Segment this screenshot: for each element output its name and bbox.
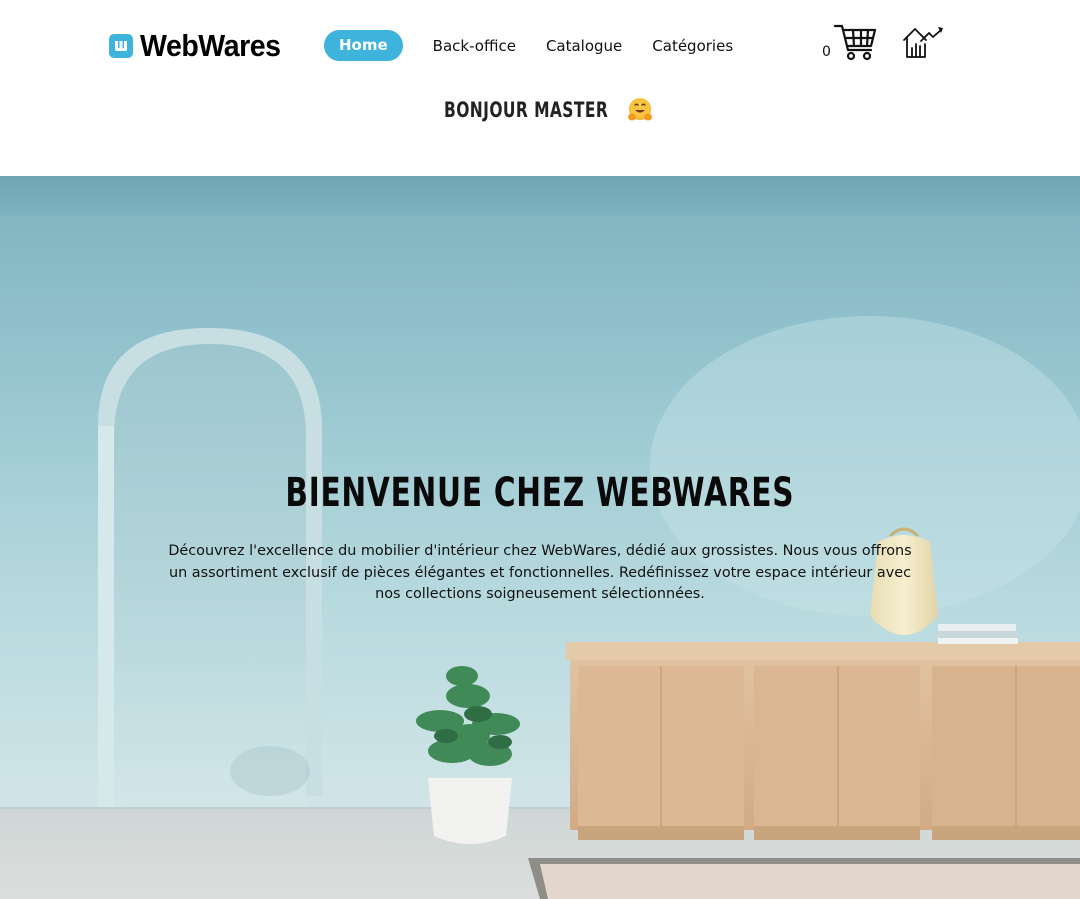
- brand-logo[interactable]: WebWares: [109, 28, 293, 64]
- nav-categories[interactable]: Catégories: [652, 37, 733, 55]
- main-nav: Home Back-office Catalogue Catégories: [324, 30, 763, 61]
- hero-title: BIENVENUE CHEZ WEBWARES: [0, 470, 1080, 516]
- w-logo-icon: [109, 34, 133, 58]
- house-chart-icon[interactable]: [901, 24, 945, 60]
- nav-home[interactable]: Home: [324, 30, 403, 61]
- cart-count: 0: [822, 44, 831, 60]
- greeting-banner: BONJOUR MASTER: [0, 96, 1080, 124]
- hero-description: Découvrez l'excellence du mobilier d'int…: [168, 543, 912, 602]
- nav-back-office[interactable]: Back-office: [433, 37, 516, 55]
- hero-section: BIENVENUE CHEZ WEBWARES Découvrez l'exce…: [0, 176, 1080, 899]
- interior-room-arch-plant-sideboard-image: [0, 176, 1080, 899]
- shopping-cart-icon: [833, 24, 877, 61]
- site-header: WebWares Home Back-office Catalogue Caté…: [0, 0, 1080, 176]
- cart-button[interactable]: 0: [822, 22, 877, 62]
- nav-catalogue[interactable]: Catalogue: [546, 37, 622, 55]
- hugging-face-emoji: [628, 98, 653, 121]
- hero-title-text: BIENVENUE CHEZ WEBWARES: [285, 470, 795, 516]
- brand-name: WebWares: [140, 28, 281, 63]
- greeting-text: BONJOUR MASTER: [443, 98, 609, 122]
